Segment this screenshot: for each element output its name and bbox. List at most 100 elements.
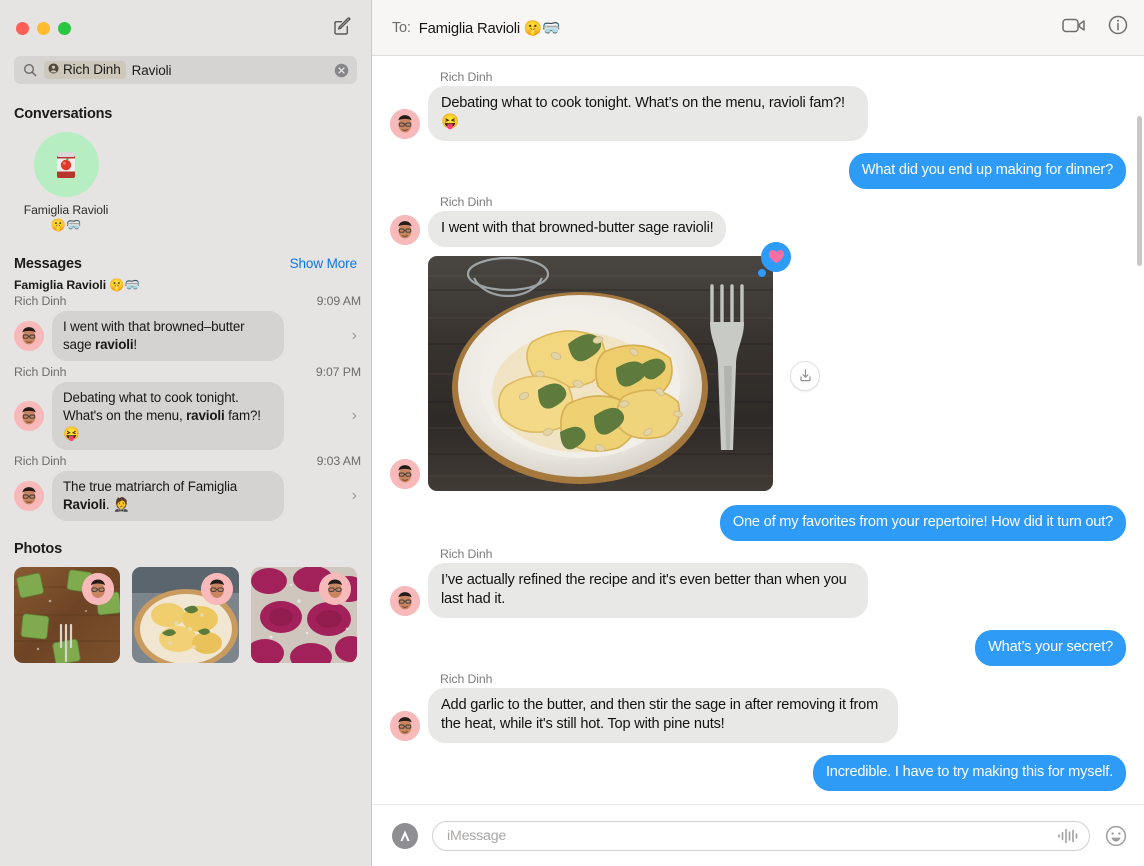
photo-thumbnail[interactable] xyxy=(14,567,121,664)
contact-icon xyxy=(48,62,59,77)
result-sender: Rich Dinh xyxy=(14,293,67,308)
list-item[interactable]: Famiglia Ravioli 🤫🥽 Rich Dinh 9:09 AM I … xyxy=(0,278,371,361)
chevron-right-icon[interactable]: › xyxy=(352,407,361,425)
imessage-input[interactable]: iMessage xyxy=(432,820,1090,851)
avatar xyxy=(14,481,44,512)
result-timestamp: 9:09 AM xyxy=(316,293,362,308)
message-row-outgoing: One of my favorites from your repertoire… xyxy=(390,504,1126,541)
message-bubble[interactable]: Debating what to cook tonight. What’s on… xyxy=(428,86,868,141)
message-row-outgoing: What did you end up making for dinner? xyxy=(390,152,1126,189)
result-sender: Rich Dinh xyxy=(14,453,67,468)
list-item[interactable]: Rich Dinh 9:07 PM Debating what to cook … xyxy=(0,365,371,450)
audio-waveform-icon[interactable] xyxy=(1057,828,1079,844)
video-camera-icon[interactable] xyxy=(1062,17,1086,39)
message-row-outgoing: What’s your secret? xyxy=(390,629,1126,666)
list-item[interactable]: Rich Dinh 9:03 AM The true matriarch of … xyxy=(0,454,371,522)
message-row-incoming: I’ve actually refined the recipe and it'… xyxy=(390,562,1126,618)
message-bubble[interactable]: I’ve actually refined the recipe and it'… xyxy=(428,562,868,618)
message-row-image xyxy=(390,241,1126,491)
message-row-incoming: Add garlic to the butter, and then stir … xyxy=(390,687,1126,743)
search-token-contact[interactable]: Rich Dinh xyxy=(44,61,126,79)
avatar xyxy=(390,585,420,616)
search-query-text: Ravioli xyxy=(131,62,172,78)
chevron-right-icon[interactable]: › xyxy=(352,327,361,345)
window-controls xyxy=(16,21,71,35)
photo-thumbnail[interactable] xyxy=(132,567,239,664)
conversation-avatar xyxy=(33,132,99,197)
avatar xyxy=(390,108,420,139)
result-body: The true matriarch of Famiglia Ravioli. … xyxy=(14,470,361,522)
avatar xyxy=(14,320,44,351)
avatar xyxy=(14,400,44,431)
message-bubble[interactable]: What did you end up making for dinner? xyxy=(848,152,1126,189)
messages-section-header: Messages Show More xyxy=(0,244,371,278)
photos-list xyxy=(0,563,371,664)
search-icon xyxy=(22,63,38,77)
avatar xyxy=(390,214,420,245)
recipient-name[interactable]: Famiglia Ravioli 🤫🥽 xyxy=(419,19,561,37)
conversations-header-label: Conversations xyxy=(14,106,113,122)
app-store-icon[interactable] xyxy=(392,822,418,849)
conversation-result-item[interactable]: Famiglia Ravioli 🤫🥽 xyxy=(14,132,118,234)
result-meta: Rich Dinh 9:03 AM xyxy=(14,454,361,468)
message-results-list: Famiglia Ravioli 🤫🥽 Rich Dinh 9:09 AM I … xyxy=(0,278,371,530)
message-bubble[interactable]: Incredible. I have to try making this fo… xyxy=(812,754,1126,791)
avatar xyxy=(390,710,420,741)
result-body: I went with that browned–butter sage rav… xyxy=(14,310,361,361)
minimize-button[interactable] xyxy=(37,21,50,35)
photos-section-header: Photos xyxy=(0,529,371,563)
conversation-name: Famiglia Ravioli 🤫🥽 xyxy=(23,203,109,233)
zoom-button[interactable] xyxy=(58,21,71,35)
message-sender: Rich Dinh xyxy=(440,194,493,209)
result-message-text: I went with that browned–butter sage rav… xyxy=(52,310,284,361)
result-meta: Rich Dinh 9:09 AM xyxy=(14,294,361,308)
message-sender: Rich Dinh xyxy=(440,671,493,686)
photo-thumbnail[interactable] xyxy=(250,567,357,664)
conversations-list: Famiglia Ravioli 🤫🥽 xyxy=(0,128,371,244)
messages-header-label: Messages xyxy=(14,255,82,272)
sidebar: Rich Dinh Ravioli Conversations Famiglia… xyxy=(0,0,372,866)
message-row-outgoing: Incredible. I have to try making this fo… xyxy=(390,754,1126,791)
info-icon[interactable] xyxy=(1108,15,1128,40)
message-sender: Rich Dinh xyxy=(440,70,493,84)
message-bubble[interactable]: One of my favorites from your repertoire… xyxy=(719,504,1126,541)
avatar xyxy=(200,573,233,606)
message-image-attachment[interactable] xyxy=(428,241,791,491)
conversation-header: To: Famiglia Ravioli 🤫🥽 xyxy=(372,0,1144,56)
header-actions xyxy=(1062,15,1128,40)
tapback-heart-reaction[interactable] xyxy=(758,241,791,277)
to-label: To: xyxy=(392,19,411,36)
message-row-incoming: I went with that browned-butter sage rav… xyxy=(390,210,1126,247)
message-bubble[interactable]: Add garlic to the butter, and then stir … xyxy=(428,687,898,743)
message-row-incoming: Debating what to cook tonight. What’s on… xyxy=(390,86,1126,141)
search-token-label: Rich Dinh xyxy=(63,62,121,77)
search-input[interactable]: Rich Dinh Ravioli xyxy=(14,56,357,84)
result-conversation-title: Famiglia Ravioli 🤫🥽 xyxy=(14,277,140,292)
message-thread[interactable]: Rich Dinh Debating what to cook tonight.… xyxy=(372,56,1144,804)
emoji-smiley-icon[interactable] xyxy=(1104,824,1128,848)
result-timestamp: 9:07 PM xyxy=(315,364,361,379)
result-meta: Rich Dinh 9:07 PM xyxy=(14,365,361,379)
conversation-pane: To: Famiglia Ravioli 🤫🥽 Rich Dinh Debati… xyxy=(372,0,1144,866)
result-message-text: Debating what to cook tonight. What's on… xyxy=(52,381,284,450)
result-sender: Rich Dinh xyxy=(14,364,67,379)
message-bubble[interactable]: I went with that browned-butter sage rav… xyxy=(428,210,727,247)
compose-icon[interactable] xyxy=(329,14,355,40)
message-sender: Rich Dinh xyxy=(440,546,493,561)
clear-icon[interactable] xyxy=(334,63,349,78)
conversations-section-header: Conversations xyxy=(0,94,371,128)
result-body: Debating what to cook tonight. What's on… xyxy=(14,381,361,450)
scrollbar[interactable] xyxy=(1137,116,1142,266)
result-timestamp: 9:03 AM xyxy=(316,453,362,468)
show-more-link[interactable]: Show More xyxy=(290,256,357,271)
sidebar-results[interactable]: Conversations Famiglia Ravioli 🤫🥽 Messag… xyxy=(0,94,371,866)
photos-header-label: Photos xyxy=(14,541,62,558)
message-bubble[interactable]: What’s your secret? xyxy=(975,629,1126,666)
close-button[interactable] xyxy=(16,21,29,35)
result-message-text: The true matriarch of Famiglia Ravioli. … xyxy=(52,470,284,522)
avatar xyxy=(318,573,351,606)
chevron-right-icon[interactable]: › xyxy=(352,487,361,505)
message-composer: iMessage xyxy=(372,804,1144,866)
download-icon[interactable] xyxy=(790,360,820,391)
search-container: Rich Dinh Ravioli xyxy=(0,56,371,94)
